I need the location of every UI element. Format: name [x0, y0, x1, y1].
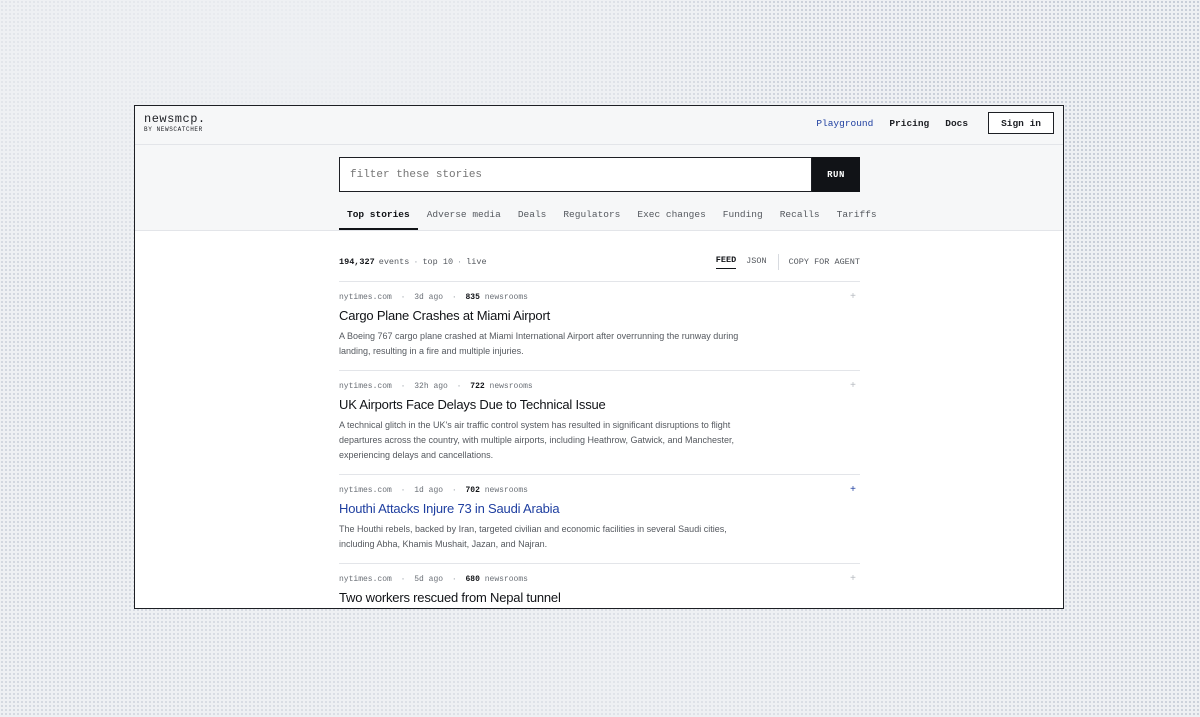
story-title[interactable]: Two workers rescued from Nepal tunnel — [339, 590, 860, 605]
story-title[interactable]: Cargo Plane Crashes at Miami Airport — [339, 308, 860, 323]
story-source: nytimes.com — [339, 486, 392, 495]
separator-dot: · — [400, 293, 406, 302]
expand-icon[interactable]: + — [850, 381, 856, 392]
story-source: nytimes.com — [339, 293, 392, 302]
story-newsroom-count: 722 — [470, 382, 485, 391]
view-json-tab[interactable]: JSON — [746, 256, 766, 269]
separator-dot: · — [451, 486, 457, 495]
live-status: live — [466, 257, 487, 267]
feed-meta-row: 194,327 events · top 10 · live FEED JSON… — [339, 243, 860, 282]
separator-dot: · — [451, 293, 457, 302]
story-summary: The Houthi rebels, backed by Iran, targe… — [339, 524, 727, 549]
story-age: 3d ago — [414, 293, 444, 302]
tab-regulators[interactable]: Regulators — [555, 203, 628, 230]
story-title[interactable]: UK Airports Face Delays Due to Technical… — [339, 397, 860, 412]
view-switcher: FEED JSON COPY FOR AGENT — [706, 254, 860, 270]
separator-dot: · — [457, 257, 463, 267]
tab-funding[interactable]: Funding — [715, 203, 771, 230]
separator-dot: · — [413, 257, 419, 267]
search-section: RUN Top stories Adverse media Deals Regu… — [135, 145, 1063, 231]
story-newsroom-count: 702 — [465, 486, 480, 495]
story-item[interactable]: nytimes.com · 3d ago · 835 newsrooms Car… — [339, 282, 860, 371]
tab-adverse-media[interactable]: Adverse media — [419, 203, 509, 230]
story-item[interactable]: nytimes.com · 5d ago · 680 newsrooms Two… — [339, 564, 860, 608]
top-nav: Playground Pricing Docs Sign in — [816, 112, 1054, 134]
separator-dot: · — [400, 486, 406, 495]
separator-dot: · — [456, 382, 462, 391]
brand-subtitle: BY NEWSCATCHER — [144, 126, 203, 133]
expand-icon[interactable]: + — [850, 485, 856, 496]
story-age: 32h ago — [414, 382, 448, 391]
top-bar: newsmcp. BY NEWSCATCHER Playground Prici… — [135, 106, 1063, 145]
tab-recalls[interactable]: Recalls — [772, 203, 828, 230]
story-newsroom-label: newsrooms — [484, 293, 528, 302]
story-item[interactable]: nytimes.com · 32h ago · 722 newsrooms UK… — [339, 371, 860, 475]
feed-stats: 194,327 events · top 10 · live — [339, 257, 487, 267]
story-summary: A Boeing 767 cargo plane crashed at Miam… — [339, 331, 739, 356]
brand-logo[interactable]: newsmcp. BY NEWSCATCHER — [144, 113, 206, 134]
events-label: events — [378, 257, 410, 267]
story-source: nytimes.com — [339, 575, 392, 584]
story-meta: nytimes.com · 3d ago · 835 newsrooms — [339, 293, 860, 302]
search-input[interactable] — [339, 157, 812, 192]
view-divider — [777, 254, 779, 270]
separator-dot: · — [400, 382, 406, 391]
feed-content: 194,327 events · top 10 · live FEED JSON… — [339, 243, 860, 608]
nav-pricing[interactable]: Pricing — [889, 118, 929, 129]
copy-for-agent-button[interactable]: COPY FOR AGENT — [789, 257, 860, 267]
expand-icon[interactable]: + — [850, 292, 856, 303]
nav-playground[interactable]: Playground — [816, 118, 873, 129]
story-age: 5d ago — [414, 575, 444, 584]
view-feed-tab[interactable]: FEED — [715, 255, 737, 269]
separator-dot: · — [400, 575, 406, 584]
tab-tariffs[interactable]: Tariffs — [829, 203, 885, 230]
story-meta: nytimes.com · 5d ago · 680 newsrooms — [339, 575, 860, 584]
app-window: newsmcp. BY NEWSCATCHER Playground Prici… — [134, 105, 1064, 609]
tab-exec-changes[interactable]: Exec changes — [629, 203, 713, 230]
brand-name: newsmcp. — [144, 112, 206, 126]
tab-top-stories[interactable]: Top stories — [339, 203, 418, 230]
category-tabs: Top stories Adverse media Deals Regulato… — [339, 203, 886, 230]
story-newsroom-label: newsrooms — [484, 486, 528, 495]
story-source: nytimes.com — [339, 382, 392, 391]
story-newsroom-count: 680 — [465, 575, 480, 584]
story-newsroom-count: 835 — [465, 293, 480, 302]
story-title[interactable]: Houthi Attacks Injure 73 in Saudi Arabia — [339, 501, 860, 516]
separator-dot: · — [451, 575, 457, 584]
story-newsroom-label: newsrooms — [484, 575, 528, 584]
story-newsroom-label: newsrooms — [489, 382, 533, 391]
tab-deals[interactable]: Deals — [510, 203, 555, 230]
search-row: RUN — [339, 157, 860, 192]
story-summary: A technical glitch in the UK's air traff… — [339, 420, 735, 460]
nav-docs[interactable]: Docs — [945, 118, 968, 129]
sign-in-button[interactable]: Sign in — [988, 112, 1054, 134]
story-item[interactable]: nytimes.com · 1d ago · 702 newsrooms Hou… — [339, 475, 860, 564]
expand-icon[interactable]: + — [850, 574, 856, 585]
story-meta: nytimes.com · 1d ago · 702 newsrooms — [339, 486, 860, 495]
story-meta: nytimes.com · 32h ago · 722 newsrooms — [339, 382, 860, 391]
run-button[interactable]: RUN — [812, 157, 860, 192]
story-age: 1d ago — [414, 486, 444, 495]
top-count: top 10 — [422, 257, 454, 267]
event-count: 194,327 — [339, 257, 375, 267]
